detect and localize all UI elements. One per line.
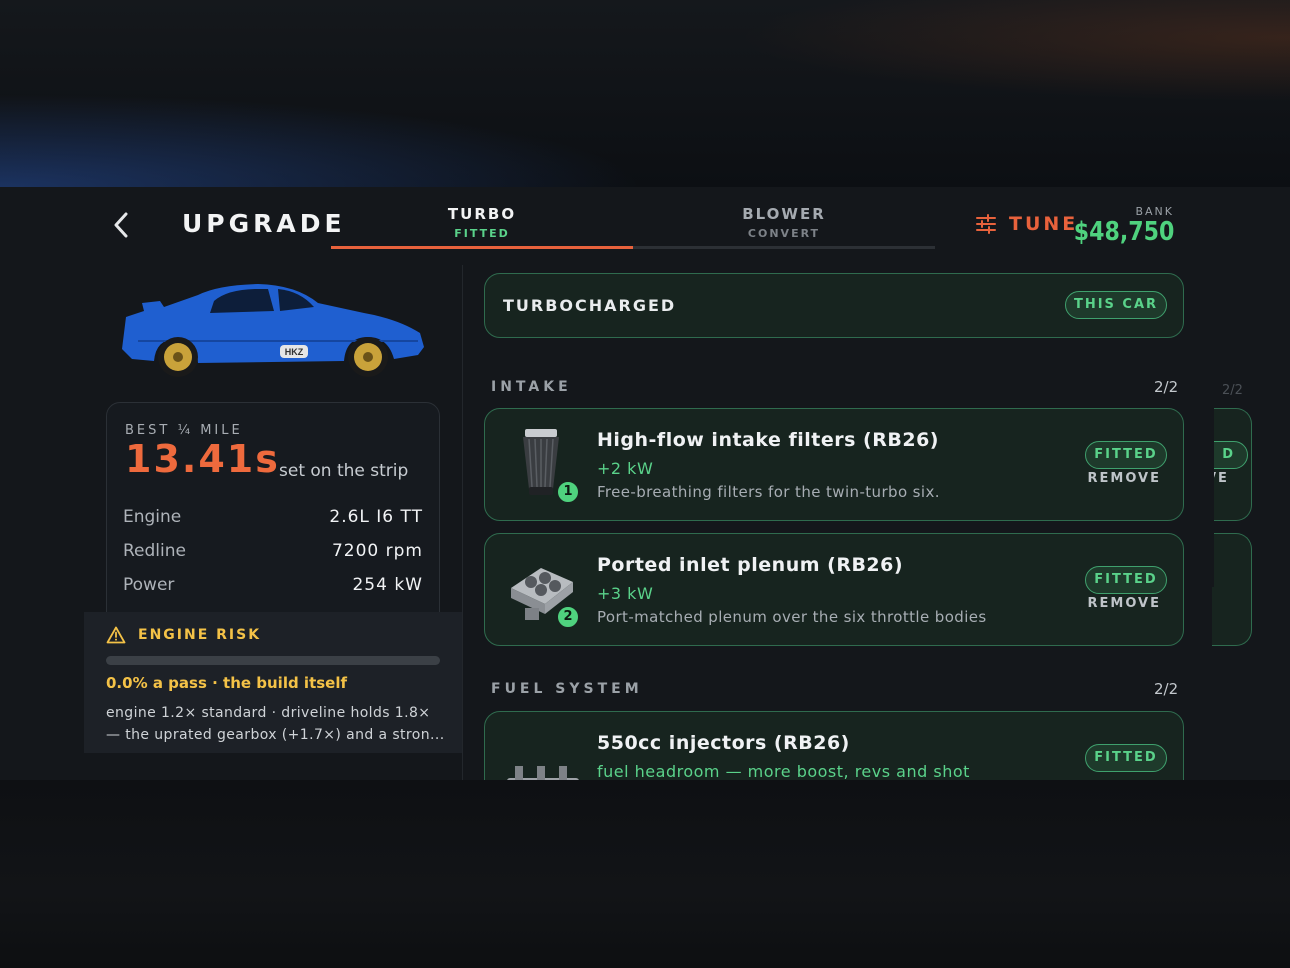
best-quarter-mile-time: 13.41s: [125, 437, 280, 481]
part-card-inlet-plenum[interactable]: 2 Ported inlet plenum (RB26) +3 kW Port-…: [484, 533, 1184, 646]
part-gain: fuel headroom — more boost, revs and sho…: [597, 762, 970, 780]
stat-key: Redline: [123, 541, 186, 561]
tune-label: TUNE: [1009, 213, 1079, 235]
stat-key: Engine: [123, 507, 182, 527]
page-title: UPGRADE: [182, 209, 346, 238]
section-fuel-count: 2/2: [1154, 680, 1179, 698]
tab-blower-label: BLOWER: [742, 205, 826, 223]
part-name: Ported inlet plenum (RB26): [597, 554, 904, 576]
this-car-badge: THIS CAR: [1065, 291, 1167, 319]
part-index-badge: 2: [556, 605, 580, 629]
remove-button[interactable]: REMOVE: [1088, 596, 1161, 611]
ghost-section-count: 2/2: [1222, 383, 1243, 398]
tab-turbo-status: FITTED: [454, 227, 510, 240]
stat-value: 254 kW: [352, 575, 423, 595]
back-button[interactable]: [108, 211, 136, 239]
part-index-badge: 1: [556, 480, 580, 504]
stat-value: 7200 rpm: [331, 541, 423, 561]
stat-row-redline: Redline 7200 rpm: [123, 541, 423, 561]
adjacent-fitted-badge: D: [1212, 441, 1248, 469]
part-name: 550cc injectors (RB26): [597, 732, 850, 754]
part-card-injectors[interactable]: 550cc injectors (RB26) fuel headroom — m…: [484, 711, 1184, 780]
induction-type-label: TURBOCHARGED: [503, 296, 677, 315]
part-card-intake-filters[interactable]: 1 High-flow intake filters (RB26) +2 kW …: [484, 408, 1184, 521]
adjacent-part-card: D VE: [1212, 408, 1252, 521]
adjacent-remove-label: VE: [1212, 471, 1229, 486]
part-description: Free-breathing filters for the twin-turb…: [597, 483, 940, 501]
stat-row-power: Power 254 kW: [123, 575, 423, 595]
stat-value: 2.6L I6 TT: [329, 507, 423, 527]
part-description: Port-matched plenum over the six throttl…: [597, 608, 987, 626]
bank-balance: $48,750: [1073, 217, 1174, 247]
section-fuel-label: FUEL SYSTEM: [491, 681, 643, 697]
engine-risk-pass-rate: 0.0% a pass · the build itself: [106, 674, 348, 692]
fuel-injectors-icon: [507, 766, 579, 780]
adjacent-part-card-2: [1212, 533, 1252, 646]
fitted-badge: FITTED: [1085, 441, 1167, 469]
column-divider: [462, 265, 463, 780]
best-quarter-mile-label: BEST ¼ MILE: [125, 423, 243, 438]
part-gain: +3 kW: [597, 584, 654, 603]
tab-turbo-label: TURBO: [447, 205, 517, 223]
background-top: [0, 0, 1290, 187]
section-intake-label: INTAKE: [491, 379, 572, 395]
tab-turbo[interactable]: TURBO FITTED: [331, 205, 633, 249]
engine-risk-title: ENGINE RISK: [138, 627, 262, 643]
chevron-left-icon: [114, 212, 128, 238]
engine-risk-bar: [106, 656, 440, 665]
warning-icon: [106, 626, 126, 644]
tab-blower-status: CONVERT: [747, 227, 821, 240]
best-quarter-mile-note: set on the strip: [279, 461, 409, 481]
tab-blower[interactable]: BLOWER CONVERT: [633, 205, 935, 249]
background-bottom: [0, 780, 1290, 968]
induction-banner: TURBOCHARGED THIS CAR: [484, 273, 1184, 338]
engine-risk-panel: ENGINE RISK 0.0% a pass · the build itse…: [84, 612, 462, 753]
license-plate: HKZ: [285, 347, 304, 357]
stat-row-engine: Engine 2.6L I6 TT: [123, 507, 423, 527]
part-gain: +2 kW: [597, 459, 654, 478]
stat-key: Power: [123, 575, 175, 595]
section-intake-count: 2/2: [1154, 378, 1179, 396]
engine-risk-header: ENGINE RISK: [106, 626, 261, 644]
part-name: High-flow intake filters (RB26): [597, 429, 939, 451]
stats-card: BEST ¼ MILE 13.41s set on the strip Engi…: [106, 402, 440, 642]
engine-risk-description: engine 1.2× standard · driveline holds 1…: [106, 705, 445, 743]
sliders-icon: [976, 214, 996, 234]
fitted-badge: FITTED: [1085, 566, 1167, 594]
upgrade-screen: UPGRADE TURBO FITTED BLOWER CONVERT TUNE…: [0, 187, 1290, 780]
tune-button[interactable]: TUNE: [975, 213, 1078, 235]
fitted-badge: FITTED: [1085, 744, 1167, 772]
car-image: HKZ: [122, 284, 424, 377]
remove-button[interactable]: REMOVE: [1088, 471, 1161, 486]
carousel-gap: [1200, 387, 1214, 587]
